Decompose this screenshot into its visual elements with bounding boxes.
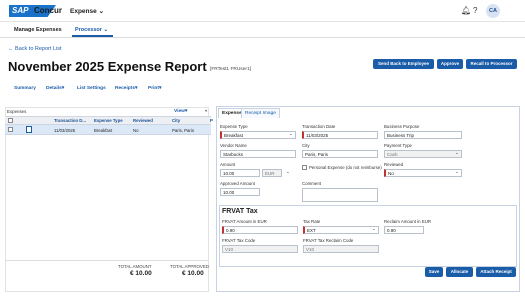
total-approved-value: € 10.00 [182, 270, 204, 277]
col-expense-type[interactable]: Expense Type [94, 118, 123, 123]
business-purpose-label: Business Purpose [384, 124, 420, 129]
chevron-down-icon: ⌄ [455, 150, 459, 155]
total-amount-value: € 10.00 [130, 270, 152, 277]
transaction-date-label: Transaction Date [302, 124, 336, 129]
tax-rate-select[interactable]: EXT [303, 226, 379, 234]
menu-details-label: Details [46, 86, 62, 91]
arrow-left-icon: ← [8, 46, 14, 52]
col-transaction-date[interactable]: Transaction D... [54, 118, 86, 123]
vendor-field[interactable]: Starbucks [220, 150, 296, 158]
currency-select[interactable]: EUR [262, 169, 282, 177]
menu-receipts[interactable]: Receipts▾ [115, 86, 137, 91]
vendor-label: Vendor Name [220, 143, 247, 148]
back-link[interactable]: ← Back to Report List [8, 46, 62, 52]
approve-button[interactable]: Approve [437, 59, 463, 69]
transaction-date-field[interactable]: 11/03/2025 [302, 131, 378, 139]
expense-menu[interactable]: Expense ⌄ [70, 7, 104, 15]
receipt-icon [26, 126, 32, 133]
city-field[interactable]: Paris, Paris [302, 150, 378, 158]
frvat-amount-label: FRVAT Amount in EUR [222, 219, 267, 224]
row-type: Breakfast [94, 128, 113, 133]
help-icon[interactable]: ? [473, 6, 477, 15]
reviewed-label: Reviewed [384, 162, 404, 167]
col-extra[interactable]: P [210, 118, 213, 123]
back-link-label: Back to Report List [15, 46, 62, 52]
view-menu[interactable]: View▾ [174, 109, 187, 114]
expense-menu-label: Expense [70, 8, 97, 15]
collapse-icon[interactable]: « [205, 108, 207, 113]
reclaim-code-field[interactable]: V10 [303, 245, 379, 253]
frvat-amount-field[interactable]: 0.90 [222, 226, 298, 234]
total-approved-label: TOTAL APPROVED [170, 264, 209, 269]
report-user: [FRTest1 FRUser1] [210, 67, 251, 72]
reclaim-amount-field[interactable]: 0.90 [384, 226, 424, 234]
chevron-down-icon: ⌄ [289, 131, 293, 136]
menu-list-settings[interactable]: List Settings [77, 86, 106, 91]
business-purpose-field[interactable]: Business Trip [384, 131, 462, 139]
row-city: Paris, Paris [172, 128, 194, 133]
row-checkbox[interactable] [8, 127, 13, 132]
tab-receipt-image[interactable]: Receipt Image [241, 108, 280, 118]
chevron-down-icon: ⌄ [455, 169, 459, 174]
tab-manage-expenses[interactable]: Manage Expenses [14, 27, 62, 33]
approved-amount-label: Approved Amount [220, 181, 255, 186]
col-city[interactable]: City [172, 118, 180, 123]
menu-print[interactable]: Print▾ [148, 86, 161, 91]
frvat-tax-code-field[interactable]: V10 [222, 245, 298, 253]
approved-amount-field[interactable]: 10.00 [220, 188, 260, 196]
reclaim-code-label: FRVAT Tax Reclaim Code [303, 238, 354, 243]
row-date: 11/03/2025 [54, 128, 76, 133]
chevron-down-icon: ⌄ [103, 27, 109, 33]
menu-summary[interactable]: Summary [14, 86, 36, 91]
col-reviewed[interactable]: Reviewed [133, 118, 153, 123]
menu-print-label: Print [148, 86, 159, 91]
amount-label: Amount [220, 162, 236, 167]
row-reviewed: No [133, 128, 139, 133]
concur-brand: Concur [34, 6, 62, 15]
bell-icon[interactable]: 🔔︎ [461, 6, 471, 15]
select-all-checkbox[interactable] [8, 118, 13, 123]
divider [5, 260, 209, 261]
frvat-title: FRVAT Tax [222, 208, 258, 215]
total-amount-label: TOTAL AMOUNT [118, 264, 152, 269]
allocate-button[interactable]: Allocate [446, 267, 473, 277]
payment-type-label: Payment Type [384, 143, 412, 148]
frvat-tax-code-label: FRVAT Tax Code [222, 238, 256, 243]
send-back-button[interactable]: Send Back to Employee [373, 59, 434, 69]
personal-expense-checkbox[interactable] [302, 165, 307, 170]
sap-logo-text: SAP [12, 6, 29, 15]
tax-rate-label: Tax Rate [303, 219, 321, 224]
tab-processor-label: Processor [75, 27, 102, 33]
comment-label: Comment [302, 181, 322, 186]
comment-field[interactable] [302, 188, 378, 202]
save-button[interactable]: Save [425, 267, 443, 277]
avatar[interactable]: CA [486, 4, 500, 18]
tab-processor[interactable]: Processor ⌄ [75, 27, 108, 33]
expense-type-select[interactable]: Breakfast [220, 131, 296, 139]
expenses-heading: Expenses [7, 109, 27, 114]
payment-type-select[interactable]: Cash [384, 150, 462, 158]
menu-receipts-label: Receipts [115, 86, 135, 91]
active-tab-indicator [72, 35, 113, 37]
frvat-section [219, 205, 517, 267]
reviewed-select[interactable]: No [384, 169, 462, 177]
page-title: November 2025 Expense Report [8, 59, 207, 74]
chevron-down-icon: ⌄ [372, 226, 376, 231]
menu-details[interactable]: Details▾ [46, 86, 64, 91]
recall-button[interactable]: Recall to Processor [466, 59, 517, 69]
personal-expense-label: Personal Expense (do not reimburse) [309, 165, 382, 170]
chevron-down-icon: ⌄ [286, 169, 290, 174]
amount-field[interactable]: 10.00 [220, 169, 260, 177]
attach-receipt-button[interactable]: Attach Receipt [476, 267, 516, 277]
reclaim-amount-label: Reclaim Amount in EUR [384, 219, 432, 224]
chevron-down-icon: ⌄ [98, 8, 105, 15]
expense-type-label: Expense Type [220, 124, 248, 129]
view-menu-label: View [174, 109, 185, 114]
city-label: City [302, 143, 310, 148]
